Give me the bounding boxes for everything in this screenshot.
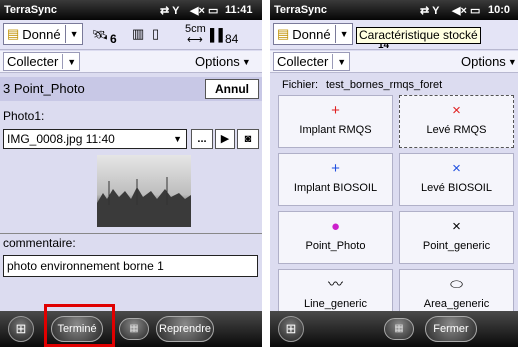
volume-icon[interactable]: ◀× [190, 4, 205, 17]
app-title: TerraSync [4, 4, 57, 16]
chevron-down-icon: ▼ [339, 29, 349, 39]
document-icon: ▤ [7, 26, 20, 41]
area-icon: ⬭ [450, 276, 463, 293]
volume-icon[interactable]: ◀× [452, 4, 467, 17]
feature-tile[interactable]: ● Point_Photo [278, 211, 393, 264]
clock[interactable]: 11:41 [225, 4, 253, 16]
app-title: TerraSync [274, 4, 327, 16]
comment-field[interactable]: photo environnement borne 1 [3, 255, 258, 277]
x-icon: × [452, 218, 461, 235]
keyboard-icon[interactable]: ▦ [119, 318, 149, 340]
feature-header: 3 Point_Photo Annul [0, 77, 262, 101]
precision-extra: 84 [225, 32, 239, 46]
windows-start-icon[interactable]: ⊞ [8, 316, 34, 342]
satellite-icon[interactable]: 🛰 [92, 27, 109, 43]
chevron-down-icon: ▼ [337, 56, 347, 67]
battery-gauge-icon[interactable]: ▯ [152, 26, 159, 42]
precision-arrow-icon: ⟷ [187, 34, 203, 46]
feature-tile[interactable]: × Levé BIOSOIL [399, 153, 514, 206]
resume-button[interactable]: Reprendre [156, 316, 214, 342]
highlight-box [44, 304, 115, 347]
caret-down-icon: ▼ [507, 56, 517, 67]
feature-tile[interactable]: × Point_generic [399, 211, 514, 264]
close-button[interactable]: Fermer [425, 316, 477, 342]
feature-tile-label: Implant RMQS [299, 124, 372, 136]
feature-tile-label: Implant BIOSOIL [293, 182, 378, 194]
feature-tile-label: Area_generic [423, 298, 490, 310]
info-icon: ● [330, 218, 341, 235]
feature-tile-label: Line_generic [304, 298, 367, 310]
plus-icon: + [331, 102, 340, 119]
left-screen: TerraSync ⇄ Y ◀× ▭ 11:41 ▤ Donné ▼ 🛰 6 ▥… [0, 0, 262, 347]
caret-down-icon: ▼ [241, 56, 251, 67]
title-bar: TerraSync ⇄ Y ◀× ▭ 10:0 [270, 0, 518, 20]
clock[interactable]: 10:0 [488, 4, 510, 16]
collect-menu[interactable]: Collecter ▼ [3, 52, 81, 71]
photo-label: Photo1: [3, 109, 45, 123]
data-menu[interactable]: ▤ Donné ▼ [3, 23, 83, 45]
file-name: test_bornes_rmqs_foret [326, 79, 443, 91]
satellite-count: 6 [110, 32, 117, 46]
feature-tile-label: Levé RMQS [426, 124, 487, 136]
chevron-down-icon: ▼ [69, 29, 79, 39]
receiver-icon[interactable]: ▥ [132, 26, 144, 42]
play-icon[interactable]: ▶ [215, 129, 235, 149]
chevron-down-icon: ▼ [67, 56, 77, 67]
connectivity-icon[interactable]: ⇄ Y [420, 4, 439, 17]
document-icon: ▤ [277, 26, 290, 41]
tooltip: Caractéristique stocké [356, 27, 481, 44]
status-toolbar: ▤ Donné ▼ 🛰 6 ▥ ▯ 5cm ⟷ ▌▌ 84 [0, 20, 262, 50]
keyboard-icon[interactable]: ▦ [384, 318, 414, 340]
title-bar: TerraSync ⇄ Y ◀× ▭ 11:41 [0, 0, 262, 20]
battery-icon[interactable]: ▭ [208, 4, 218, 17]
feature-tile-label: Levé BIOSOIL [421, 182, 492, 194]
options-menu[interactable]: Options ▼ [458, 52, 518, 71]
feature-tile[interactable]: + Implant BIOSOIL [278, 153, 393, 206]
file-label: Fichier: [282, 79, 319, 91]
feature-tile[interactable]: × Levé RMQS [399, 95, 514, 148]
feature-title: 3 Point_Photo [3, 81, 85, 96]
soft-key-bar: ⊞ ▦ Fermer [270, 311, 518, 347]
menu-row: Collecter ▼ Options ▼ [270, 51, 518, 73]
x-icon: × [452, 160, 461, 177]
data-menu[interactable]: ▤ Donné ▼ [273, 23, 353, 45]
windows-start-icon[interactable]: ⊞ [278, 316, 304, 342]
photo-thumbnail [97, 155, 191, 227]
plus-icon: + [331, 160, 340, 177]
connectivity-icon[interactable]: ⇄ Y [160, 4, 179, 17]
cancel-button[interactable]: Annul [205, 79, 259, 99]
feature-tile-label: Point_Photo [305, 240, 366, 252]
comment-label: commentaire: [3, 236, 76, 250]
battery-icon[interactable]: ▭ [470, 4, 480, 17]
feature-tile[interactable]: + Implant RMQS [278, 95, 393, 148]
menu-row: Collecter ▼ Options ▼ [0, 51, 262, 73]
soft-key-bar: ⊞ Terminé ▦ Reprendre [0, 311, 262, 347]
feature-tile-label: Point_generic [422, 240, 491, 252]
chevron-down-icon: ▼ [173, 134, 182, 144]
collect-menu[interactable]: Collecter ▼ [273, 52, 351, 71]
options-menu[interactable]: Options ▼ [192, 52, 254, 71]
photo-select[interactable]: IMG_0008.jpg 11:40 ▼ [3, 129, 187, 149]
browse-button[interactable]: ... [191, 129, 213, 149]
line-icon: 〰 [327, 276, 343, 293]
trees-icon [97, 177, 191, 227]
camera-icon[interactable]: ◙ [237, 129, 259, 149]
right-screen: TerraSync ⇄ Y ◀× ▭ 10:0 ▤ Donné ▼ 14 Car… [270, 0, 518, 347]
x-icon: × [452, 102, 461, 119]
